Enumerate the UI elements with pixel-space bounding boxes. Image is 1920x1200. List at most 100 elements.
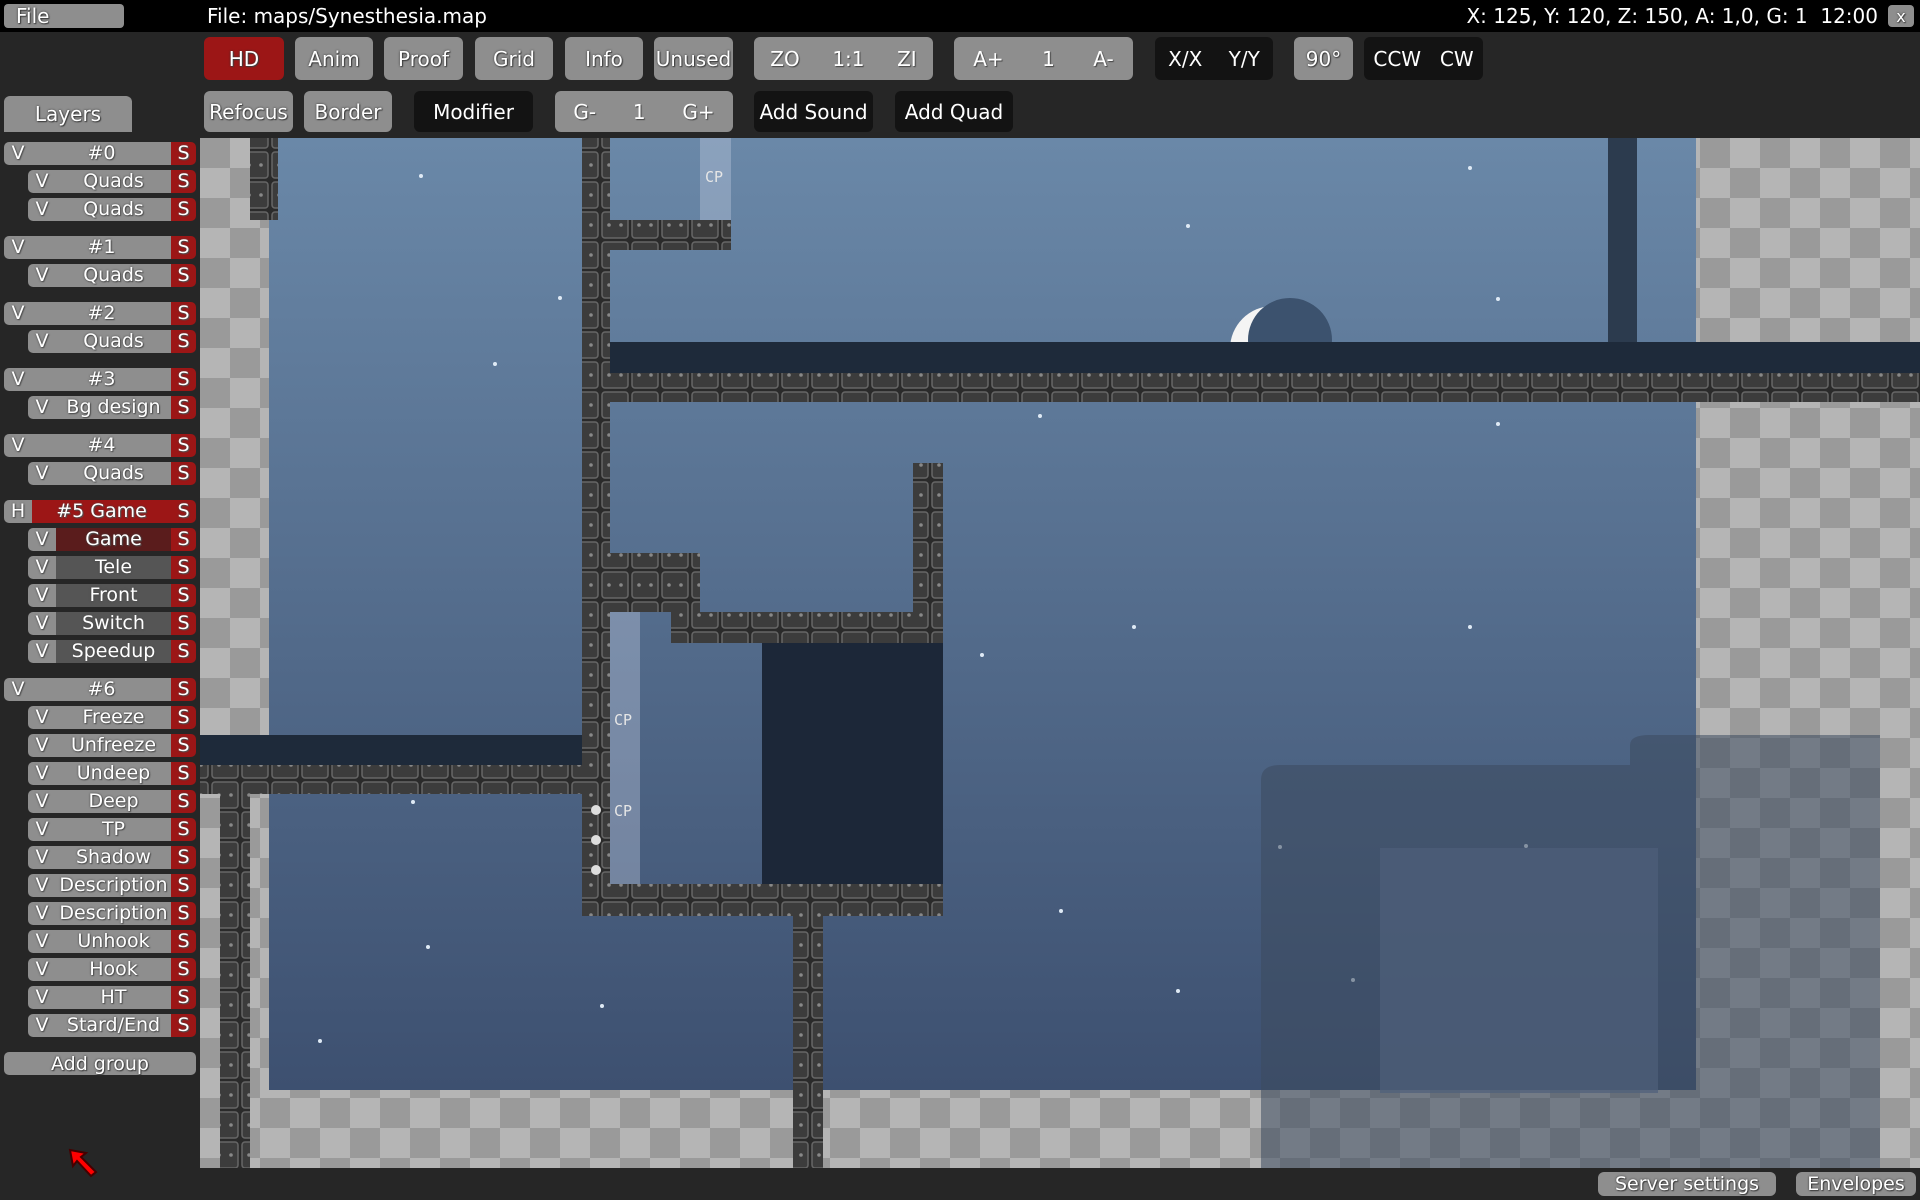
add-quad-button[interactable]: Add Quad (895, 91, 1013, 132)
layer-name[interactable]: HT (56, 986, 171, 1009)
layer-solo-toggle[interactable]: S (171, 1014, 196, 1037)
layer-row[interactable]: V Quads S (28, 198, 196, 221)
layer-solo-toggle[interactable]: S (171, 556, 196, 579)
group-solo-toggle[interactable]: S (171, 142, 196, 165)
layer-name[interactable]: Freeze (56, 706, 171, 729)
layer-row[interactable]: V Quads S (28, 170, 196, 193)
layer-row[interactable]: V Quads S (28, 264, 196, 287)
layer-group-row[interactable]: V #6 S (4, 678, 196, 701)
layer-visibility-toggle[interactable]: V (28, 330, 56, 353)
layer-name[interactable]: Description (56, 902, 171, 925)
file-menu-button[interactable]: File (4, 4, 124, 28)
group-name[interactable]: #0 (32, 142, 171, 165)
layer-name[interactable]: Front (56, 584, 171, 607)
layer-solo-toggle[interactable]: S (171, 902, 196, 925)
layer-row[interactable]: V Stard/End S (28, 1014, 196, 1037)
layer-row[interactable]: V Game S (28, 528, 196, 551)
group-name[interactable]: #6 (32, 678, 171, 701)
layer-visibility-toggle[interactable]: V (28, 556, 56, 579)
layer-name[interactable]: Unhook (56, 930, 171, 953)
layer-visibility-toggle[interactable]: V (28, 640, 56, 663)
layer-visibility-toggle[interactable]: V (28, 170, 56, 193)
layer-visibility-toggle[interactable]: V (28, 930, 56, 953)
layer-name[interactable]: Game (56, 528, 171, 551)
flip-y-button[interactable]: Y/Y (1229, 47, 1260, 71)
layer-row[interactable]: V Tele S (28, 556, 196, 579)
layer-name[interactable]: Quads (56, 330, 171, 353)
envelopes-button[interactable]: Envelopes (1796, 1172, 1916, 1196)
info-toggle[interactable]: Info (565, 37, 643, 80)
layer-group-row[interactable]: V #2 S (4, 302, 196, 325)
group-solo-toggle[interactable]: S (171, 368, 196, 391)
layer-solo-toggle[interactable]: S (171, 640, 196, 663)
layer-visibility-toggle[interactable]: V (28, 612, 56, 635)
layer-row[interactable]: V Quads S (28, 462, 196, 485)
group-visibility-toggle[interactable]: V (4, 236, 32, 259)
server-settings-button[interactable]: Server settings (1598, 1172, 1776, 1196)
layer-visibility-toggle[interactable]: V (28, 902, 56, 925)
grid-toggle[interactable]: Grid (475, 37, 553, 80)
layer-name[interactable]: Bg design (56, 396, 171, 419)
layer-visibility-toggle[interactable]: V (28, 818, 56, 841)
group-solo-toggle[interactable]: S (171, 434, 196, 457)
proof-toggle[interactable]: Proof (384, 37, 463, 80)
layer-visibility-toggle[interactable]: V (28, 874, 56, 897)
close-button[interactable]: x (1888, 5, 1914, 27)
layer-name[interactable]: Shadow (56, 846, 171, 869)
group-solo-toggle[interactable]: S (171, 678, 196, 701)
refocus-button[interactable]: Refocus (204, 91, 293, 132)
layer-name[interactable]: Unfreeze (56, 734, 171, 757)
layer-visibility-toggle[interactable]: V (28, 1014, 56, 1037)
group-visibility-toggle[interactable]: V (4, 434, 32, 457)
layer-visibility-toggle[interactable]: V (28, 198, 56, 221)
anim-slower-button[interactable]: A- (1093, 47, 1113, 71)
layer-visibility-toggle[interactable]: V (28, 958, 56, 981)
layer-group-row[interactable]: V #1 S (4, 236, 196, 259)
layer-solo-toggle[interactable]: S (171, 330, 196, 353)
layer-visibility-toggle[interactable]: V (28, 528, 56, 551)
layer-name[interactable]: Tele (56, 556, 171, 579)
layer-name[interactable]: Undeep (56, 762, 171, 785)
layer-row[interactable]: V Description S (28, 874, 196, 897)
layer-row[interactable]: V Description S (28, 902, 196, 925)
rotate-cw-button[interactable]: CW (1440, 47, 1474, 71)
layer-solo-toggle[interactable]: S (171, 818, 196, 841)
layer-solo-toggle[interactable]: S (171, 874, 196, 897)
anim-faster-button[interactable]: A+ (973, 47, 1003, 71)
layer-row[interactable]: V Freeze S (28, 706, 196, 729)
border-button[interactable]: Border (304, 91, 392, 132)
layer-name[interactable]: Quads (56, 462, 171, 485)
grid-minus-button[interactable]: G- (573, 100, 596, 124)
layer-name[interactable]: Speedup (56, 640, 171, 663)
grid-plus-button[interactable]: G+ (682, 100, 714, 124)
map-canvas[interactable]: CP CP CP (200, 138, 1920, 1168)
layer-visibility-toggle[interactable]: V (28, 462, 56, 485)
unused-toggle[interactable]: Unused (654, 37, 733, 80)
layer-solo-toggle[interactable]: S (171, 612, 196, 635)
layer-visibility-toggle[interactable]: V (28, 790, 56, 813)
group-name[interactable]: #2 (32, 302, 171, 325)
layer-row[interactable]: V Undeep S (28, 762, 196, 785)
layer-row[interactable]: V Unhook S (28, 930, 196, 953)
zoom-in-button[interactable]: ZI (897, 47, 917, 71)
layer-solo-toggle[interactable]: S (171, 846, 196, 869)
layer-solo-toggle[interactable]: S (171, 762, 196, 785)
hd-toggle[interactable]: HD (204, 37, 284, 80)
layer-row[interactable]: V Quads S (28, 330, 196, 353)
layer-row[interactable]: V Speedup S (28, 640, 196, 663)
group-solo-toggle[interactable]: S (171, 500, 196, 523)
add-sound-button[interactable]: Add Sound (754, 91, 873, 132)
group-name[interactable]: #3 (32, 368, 171, 391)
layer-solo-toggle[interactable]: S (171, 790, 196, 813)
layer-solo-toggle[interactable]: S (171, 706, 196, 729)
layer-solo-toggle[interactable]: S (171, 930, 196, 953)
layer-visibility-toggle[interactable]: V (28, 706, 56, 729)
layer-solo-toggle[interactable]: S (171, 264, 196, 287)
layer-solo-toggle[interactable]: S (171, 734, 196, 757)
group-name[interactable]: #5 Game (32, 500, 171, 523)
layer-group-row[interactable]: V #4 S (4, 434, 196, 457)
layer-visibility-toggle[interactable]: V (28, 846, 56, 869)
zoom-out-button[interactable]: ZO (770, 47, 799, 71)
layer-solo-toggle[interactable]: S (171, 958, 196, 981)
group-visibility-toggle[interactable]: V (4, 142, 32, 165)
